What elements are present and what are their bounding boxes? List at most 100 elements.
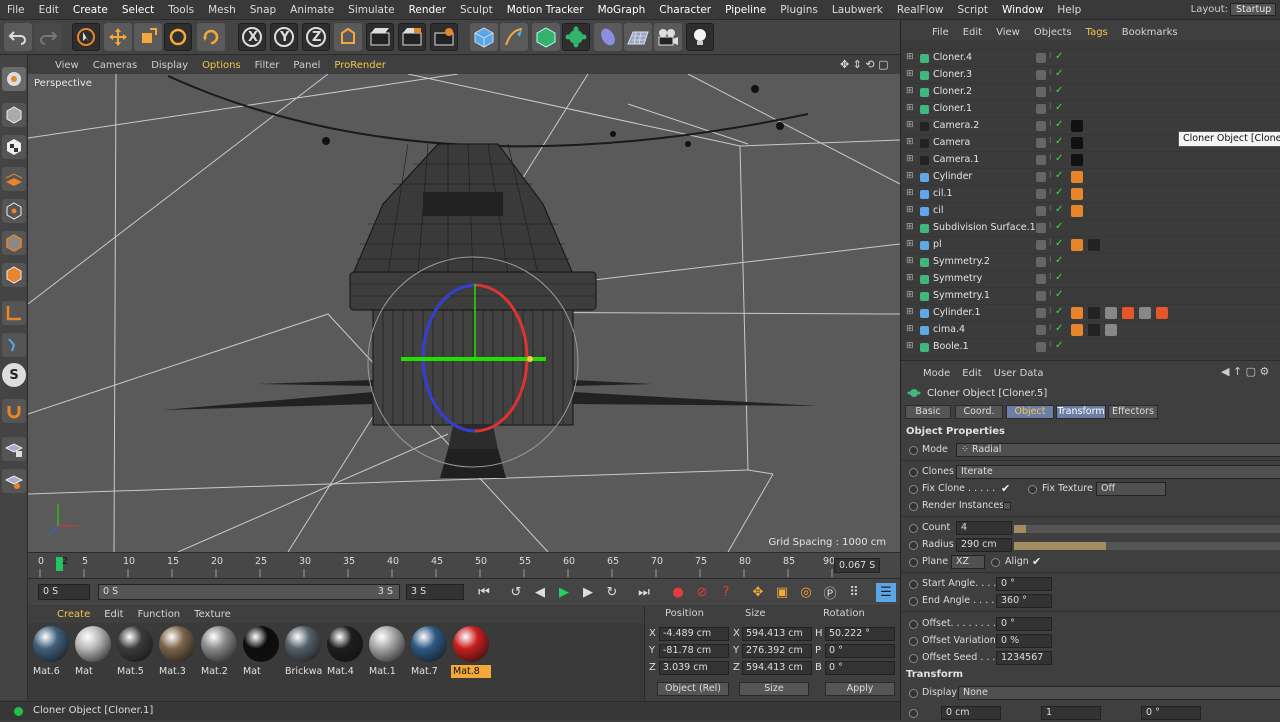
object-row-cloner-4[interactable]: ⊞ Cloner.4 ⁝ ✓ bbox=[901, 50, 1280, 67]
display-anim-radio[interactable] bbox=[909, 689, 918, 698]
position-x-field[interactable]: 0 cm bbox=[941, 706, 1001, 720]
pen-spline-icon[interactable] bbox=[500, 23, 528, 51]
layer-icon[interactable] bbox=[1036, 87, 1046, 97]
attr-menu-edit[interactable]: Edit bbox=[956, 368, 987, 379]
menu-render[interactable]: Render bbox=[402, 4, 453, 16]
enabled-check-icon[interactable]: ✓ bbox=[1055, 272, 1065, 283]
coordinate-system-icon[interactable] bbox=[334, 23, 362, 51]
timeline-ruler[interactable]: 0 2 5 10 15 20 25 30 35 40 45 50 55 60 6… bbox=[28, 552, 900, 578]
menu-script[interactable]: Script bbox=[951, 4, 995, 16]
tab-transform[interactable]: Transform bbox=[1056, 405, 1106, 419]
expand-icon[interactable]: ⊞ bbox=[906, 188, 914, 198]
layer-icon[interactable] bbox=[1036, 138, 1046, 148]
live-selection-icon[interactable] bbox=[72, 23, 100, 51]
layer-icon[interactable] bbox=[1036, 274, 1046, 284]
menu-help[interactable]: Help bbox=[1050, 4, 1088, 16]
floor-icon[interactable] bbox=[624, 23, 652, 51]
viewport-menu-display[interactable]: Display bbox=[144, 60, 195, 71]
render-view-icon[interactable] bbox=[366, 23, 394, 51]
expand-icon[interactable]: ⊞ bbox=[906, 256, 914, 266]
expand-icon[interactable]: ⊞ bbox=[906, 86, 914, 96]
menu-animate[interactable]: Animate bbox=[283, 4, 341, 16]
plane-anim-radio[interactable] bbox=[909, 558, 918, 567]
count-slider[interactable] bbox=[1014, 525, 1280, 533]
fix-texture-anim-radio[interactable] bbox=[1028, 485, 1037, 494]
display-select[interactable]: None bbox=[958, 686, 1280, 700]
material-mat-1[interactable]: Mat.1 bbox=[367, 626, 407, 678]
mode-anim-radio[interactable] bbox=[909, 446, 918, 455]
tag-icon[interactable] bbox=[1088, 307, 1100, 319]
tag-icon[interactable] bbox=[1088, 324, 1100, 336]
radius-anim-radio[interactable] bbox=[909, 541, 918, 550]
layer-icon[interactable] bbox=[1036, 104, 1046, 114]
enabled-check-icon[interactable]: ✓ bbox=[1055, 119, 1065, 130]
menu-pipeline[interactable]: Pipeline bbox=[718, 4, 773, 16]
material-mat[interactable]: Mat bbox=[241, 626, 281, 678]
attr-menu-mode[interactable]: Mode bbox=[917, 368, 956, 379]
viewport-menu-filter[interactable]: Filter bbox=[248, 60, 287, 71]
enabled-check-icon[interactable]: ✓ bbox=[1055, 323, 1065, 334]
render-instances-anim-radio[interactable] bbox=[909, 502, 918, 511]
enabled-check-icon[interactable]: ✓ bbox=[1055, 85, 1065, 96]
fix-clone-checkbox[interactable]: ✔ bbox=[1001, 482, 1010, 495]
size-x-field[interactable]: 594.413 cm bbox=[742, 627, 812, 641]
object-row-camera-1[interactable]: ⊞ Camera.1 ⁝ ✓ bbox=[901, 152, 1280, 169]
size-y-field[interactable]: 276.392 cm bbox=[742, 644, 812, 658]
keyframe-selection-icon[interactable]: ? bbox=[716, 583, 736, 602]
scale-icon[interactable] bbox=[134, 23, 162, 51]
enabled-check-icon[interactable]: ✓ bbox=[1055, 289, 1065, 300]
enabled-check-icon[interactable]: ✓ bbox=[1055, 204, 1065, 215]
y-axis-lock-icon[interactable]: Y bbox=[270, 23, 298, 51]
material-menu-edit[interactable]: Edit bbox=[97, 609, 130, 620]
menu-edit[interactable]: Edit bbox=[32, 4, 66, 16]
layer-icon[interactable] bbox=[1036, 189, 1046, 199]
position-key-icon[interactable]: ✥ bbox=[748, 583, 768, 602]
layer-icon[interactable] bbox=[1036, 223, 1046, 233]
layer-icon[interactable] bbox=[1036, 70, 1046, 80]
layer-icon[interactable] bbox=[1036, 206, 1046, 216]
tag-icon[interactable] bbox=[1105, 307, 1117, 319]
render-picture-viewer-icon[interactable] bbox=[398, 23, 426, 51]
tag-icon[interactable] bbox=[1071, 188, 1083, 200]
material-menu-create[interactable]: Create bbox=[50, 609, 97, 620]
object-row-cylinder-1[interactable]: ⊞ Cylinder.1 ⁝ ✓ bbox=[901, 305, 1280, 322]
object-row-cylinder[interactable]: ⊞ Cylinder ⁝ ✓ bbox=[901, 169, 1280, 186]
mode-select[interactable]: ⁘ Radial bbox=[956, 443, 1280, 457]
render-settings-icon[interactable] bbox=[430, 23, 458, 51]
menu-tools[interactable]: Tools bbox=[161, 4, 201, 16]
object-row-cloner-1[interactable]: ⊞ Cloner.1 ⁝ ✓ bbox=[901, 101, 1280, 118]
record-active-icon[interactable]: ● bbox=[668, 583, 688, 602]
layer-icon[interactable] bbox=[1036, 155, 1046, 165]
expand-icon[interactable]: ⊞ bbox=[906, 222, 914, 232]
object-row-symmetry[interactable]: ⊞ Symmetry ⁝ ✓ bbox=[901, 271, 1280, 288]
tag-icon[interactable] bbox=[1071, 137, 1083, 149]
offset-field[interactable]: 0 ° bbox=[996, 617, 1052, 631]
redo-icon[interactable] bbox=[34, 23, 62, 51]
material-mat-7[interactable]: Mat.7 bbox=[409, 626, 449, 678]
object-row-pl[interactable]: ⊞ pl ⁝ ✓ bbox=[901, 237, 1280, 254]
camera-icon[interactable] bbox=[654, 23, 682, 51]
parameter-key-icon[interactable]: Ⓟ bbox=[820, 583, 840, 602]
x-axis-lock-icon[interactable]: X bbox=[238, 23, 266, 51]
make-editable-icon[interactable] bbox=[2, 67, 26, 91]
tag-icon[interactable] bbox=[1105, 324, 1117, 336]
attr-menu-user-data[interactable]: User Data bbox=[988, 368, 1050, 379]
material-mat[interactable]: Mat bbox=[73, 626, 113, 678]
material-menu-function[interactable]: Function bbox=[131, 609, 188, 620]
tag-icon[interactable] bbox=[1071, 239, 1083, 251]
cube-icon[interactable] bbox=[470, 23, 498, 51]
go-to-prev-frame-icon[interactable]: ◀ bbox=[530, 583, 550, 602]
enabled-check-icon[interactable]: ✓ bbox=[1055, 187, 1065, 198]
enabled-check-icon[interactable]: ✓ bbox=[1055, 68, 1065, 79]
recent-tool-icon[interactable] bbox=[197, 23, 225, 51]
offset-seed-field[interactable]: 1234567 bbox=[996, 651, 1052, 665]
viewport-nav-icons[interactable]: ✥ ⇕ ⟲ ▢ bbox=[840, 58, 889, 71]
expand-icon[interactable]: ⊞ bbox=[906, 52, 914, 62]
edges-mode-icon[interactable] bbox=[2, 231, 26, 255]
layer-icon[interactable] bbox=[1036, 325, 1046, 335]
menu-file[interactable]: File bbox=[0, 4, 32, 16]
layer-icon[interactable] bbox=[1036, 240, 1046, 250]
fix-clone-anim-radio[interactable] bbox=[909, 485, 918, 494]
timeline-window-icon[interactable]: ☰ bbox=[876, 583, 896, 602]
expand-icon[interactable]: ⊞ bbox=[906, 137, 914, 147]
